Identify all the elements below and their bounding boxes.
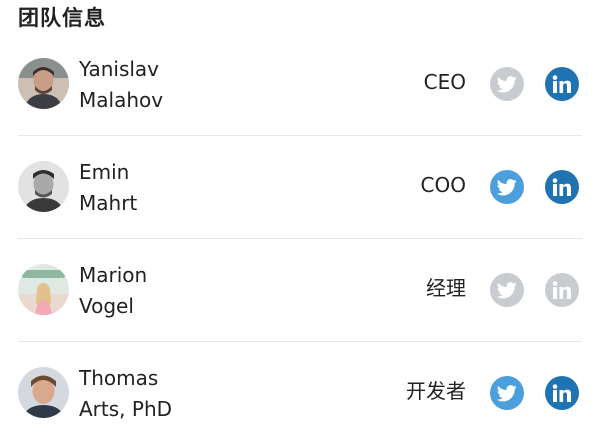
- linkedin-icon: [552, 74, 571, 93]
- row-divider: [18, 238, 582, 239]
- member-name: Marion Vogel: [79, 260, 279, 322]
- member-last-name: Mahrt: [79, 191, 138, 215]
- member-last-name: Malahov: [79, 88, 164, 112]
- avatar[interactable]: [18, 161, 69, 212]
- team-member-row: Marion Vogel 经理: [18, 240, 582, 342]
- linkedin-icon: [552, 177, 571, 196]
- team-member-row: Thomas Arts, PhD 开发者: [18, 343, 582, 445]
- twitter-button[interactable]: [490, 376, 524, 410]
- team-info-page: 团队信息 Yanislav Malahov CEO Emin Mahrt COO…: [0, 0, 600, 421]
- member-last-name: Vogel: [79, 294, 134, 318]
- twitter-button[interactable]: [490, 67, 524, 101]
- avatar[interactable]: [18, 58, 69, 109]
- team-member-row: Yanislav Malahov CEO: [18, 34, 582, 136]
- member-role: COO: [420, 173, 466, 197]
- linkedin-icon: [552, 280, 571, 299]
- row-divider: [18, 341, 582, 342]
- twitter-button[interactable]: [490, 170, 524, 204]
- twitter-icon: [497, 75, 517, 92]
- member-role: CEO: [423, 70, 466, 94]
- member-first-name: Yanislav: [79, 57, 160, 81]
- team-member-row: Emin Mahrt COO: [18, 137, 582, 239]
- avatar[interactable]: [18, 367, 69, 418]
- row-divider: [18, 135, 582, 136]
- twitter-icon: [497, 281, 517, 298]
- twitter-icon: [497, 384, 517, 401]
- member-role: 经理: [426, 276, 466, 300]
- member-name: Thomas Arts, PhD: [79, 363, 279, 425]
- member-last-name: Arts, PhD: [79, 397, 173, 421]
- linkedin-icon: [552, 383, 571, 402]
- twitter-icon: [497, 178, 517, 195]
- member-first-name: Thomas: [79, 366, 159, 390]
- linkedin-button[interactable]: [545, 67, 579, 101]
- member-role: 开发者: [406, 379, 466, 403]
- twitter-button[interactable]: [490, 273, 524, 307]
- member-name: Emin Mahrt: [79, 157, 279, 219]
- section-title: 团队信息: [18, 6, 106, 30]
- linkedin-button[interactable]: [545, 376, 579, 410]
- member-name: Yanislav Malahov: [79, 54, 279, 116]
- avatar[interactable]: [18, 264, 69, 315]
- member-first-name: Marion: [79, 263, 148, 287]
- linkedin-button[interactable]: [545, 170, 579, 204]
- linkedin-button[interactable]: [545, 273, 579, 307]
- member-first-name: Emin: [79, 160, 130, 184]
